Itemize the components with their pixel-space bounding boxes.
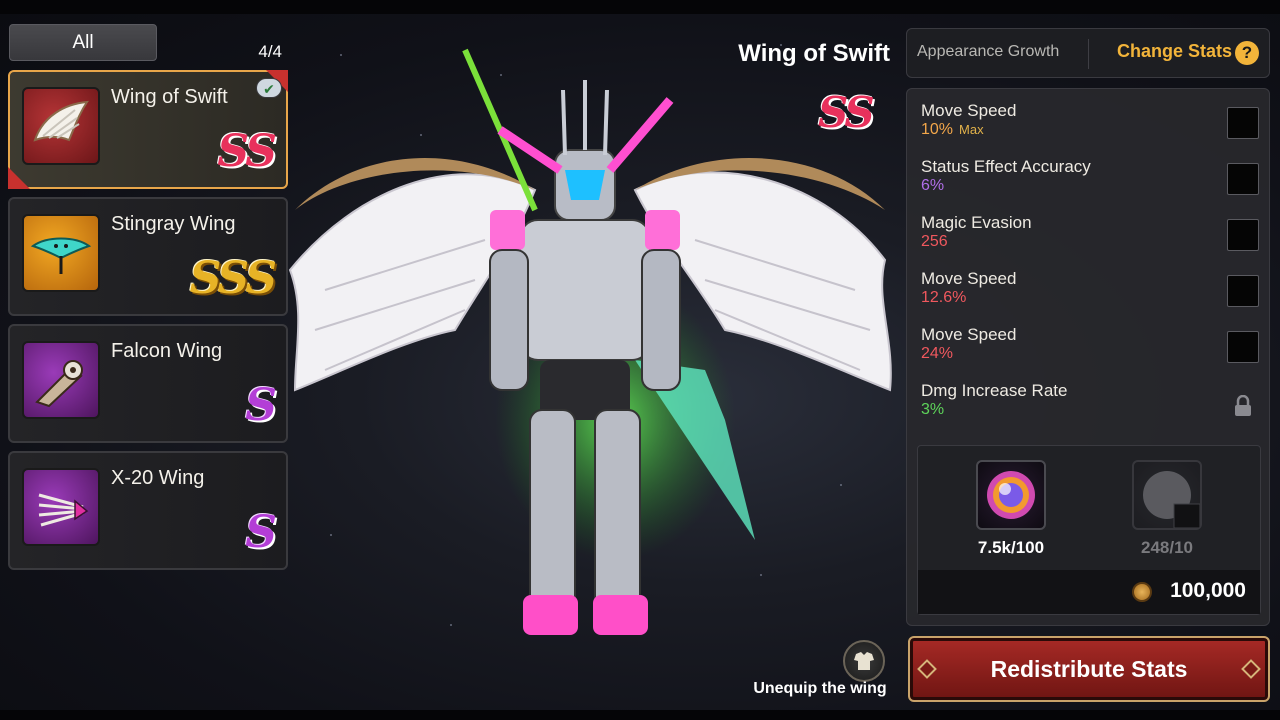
- diamond-ornament: [1241, 659, 1261, 679]
- diamond-ornament: [917, 659, 937, 679]
- wing-item-falcon-wing[interactable]: Falcon Wing S: [8, 324, 288, 443]
- stat-lock-checkbox[interactable]: [1227, 219, 1259, 251]
- filter-tab-all[interactable]: All: [9, 24, 157, 61]
- stats-tab-bar: Appearance Growth Change Stats ?: [906, 28, 1270, 78]
- wing-item-wing-of-swift[interactable]: ✔ Wing of Swift SS: [8, 70, 288, 189]
- stat-value-line: 10% Max: [921, 121, 1016, 139]
- stat-max-tag: Max: [959, 122, 984, 137]
- material-slot[interactable]: [976, 460, 1046, 530]
- gold-coin-icon: [1132, 582, 1152, 602]
- tab-change-stats[interactable]: Change Stats: [1117, 41, 1232, 62]
- grade-badge: S: [245, 507, 277, 558]
- stat-name: Move Speed: [921, 101, 1017, 120]
- stat-value: 6%: [921, 177, 945, 194]
- stat-row: Magic Evasion 256: [921, 213, 1032, 251]
- grade-badge: SSS: [189, 253, 277, 304]
- pearl-orb-icon: [1143, 471, 1201, 529]
- armor-icon: [854, 652, 874, 670]
- material-slot[interactable]: [1132, 460, 1202, 530]
- letterbox-top: [0, 0, 1280, 14]
- stat-lock-checkbox[interactable]: [1227, 275, 1259, 307]
- stat-row: Move Speed 10% Max: [921, 101, 1016, 139]
- selected-corner-marker: [8, 167, 30, 189]
- equipped-check-icon: ✔: [256, 78, 282, 98]
- letterbox-bottom: [0, 710, 1280, 720]
- wing-name: Falcon Wing: [111, 340, 223, 362]
- grade-badge: S: [245, 380, 277, 431]
- unequip-wing-button[interactable]: [843, 640, 885, 682]
- selected-wing-title: Wing of Swift: [738, 40, 890, 67]
- stat-row: Move Speed 24%: [921, 325, 1016, 363]
- white-feather-wing-icon: [22, 87, 100, 165]
- unequip-wing-label[interactable]: Unequip the wing: [740, 680, 900, 698]
- redistribute-stats-button[interactable]: Redistribute Stats: [908, 636, 1270, 702]
- gold-cost-row: 100,000: [918, 570, 1260, 614]
- wing-list: ✔ Wing of Swift SS Stingray Wing SSS Fal…: [8, 70, 288, 578]
- wing-name: Wing of Swift: [111, 86, 228, 108]
- tab-divider: [1088, 39, 1089, 69]
- stat-value: 24%: [921, 345, 954, 362]
- stat-row: Status Effect Accuracy 6%: [921, 157, 1091, 195]
- stat-value: 12.6%: [921, 289, 967, 306]
- stat-name: Move Speed: [921, 269, 1017, 288]
- redistribute-stats-label: Redistribute Stats: [990, 656, 1188, 682]
- grade-badge: SS: [217, 126, 277, 177]
- help-icon[interactable]: ?: [1235, 41, 1259, 65]
- stat-name: Move Speed: [921, 325, 1017, 344]
- stat-row: Move Speed 12.6%: [921, 269, 1016, 307]
- stat-value: 3%: [921, 401, 945, 418]
- stat-lock-checkbox[interactable]: [1227, 163, 1259, 195]
- stat-value: 256: [921, 233, 948, 250]
- stat-name: Magic Evasion: [921, 213, 1032, 232]
- rainbow-orb-icon: [987, 471, 1035, 519]
- falcon-wing-icon: [22, 341, 100, 419]
- stat-value: 10%: [921, 121, 954, 138]
- selected-wing-grade: SS: [818, 88, 875, 137]
- wing-item-stingray-wing[interactable]: Stingray Wing SSS: [8, 197, 288, 316]
- material-count: 7.5k/100: [977, 538, 1045, 557]
- padlock-icon: [1235, 395, 1251, 416]
- gold-cost: 100,000: [1170, 579, 1246, 602]
- collection-count: 4/4: [258, 42, 282, 61]
- stat-name: Status Effect Accuracy: [921, 157, 1091, 176]
- stat-lock-checkbox[interactable]: [1227, 107, 1259, 139]
- mechanical-blade-wing-icon: [22, 468, 100, 546]
- redistribution-cost-box: 7.5k/100 248/10 100,000: [917, 445, 1261, 615]
- wing-name: Stingray Wing: [111, 213, 236, 235]
- tab-appearance-growth[interactable]: Appearance Growth: [917, 43, 1059, 61]
- stingray-icon: [22, 214, 100, 292]
- stats-panel: Move Speed 10% Max Status Effect Accuracy…: [906, 88, 1270, 626]
- wing-item-x-20-wing[interactable]: X-20 Wing S: [8, 451, 288, 570]
- stat-name: Dmg Increase Rate: [921, 381, 1068, 400]
- stat-lock-checkbox[interactable]: [1227, 331, 1259, 363]
- stat-row: Dmg Increase Rate 3%: [921, 381, 1067, 419]
- material-count: 248/10: [1141, 538, 1193, 557]
- wing-name: X-20 Wing: [111, 467, 205, 489]
- character-model-with-wings: [288, 48, 892, 635]
